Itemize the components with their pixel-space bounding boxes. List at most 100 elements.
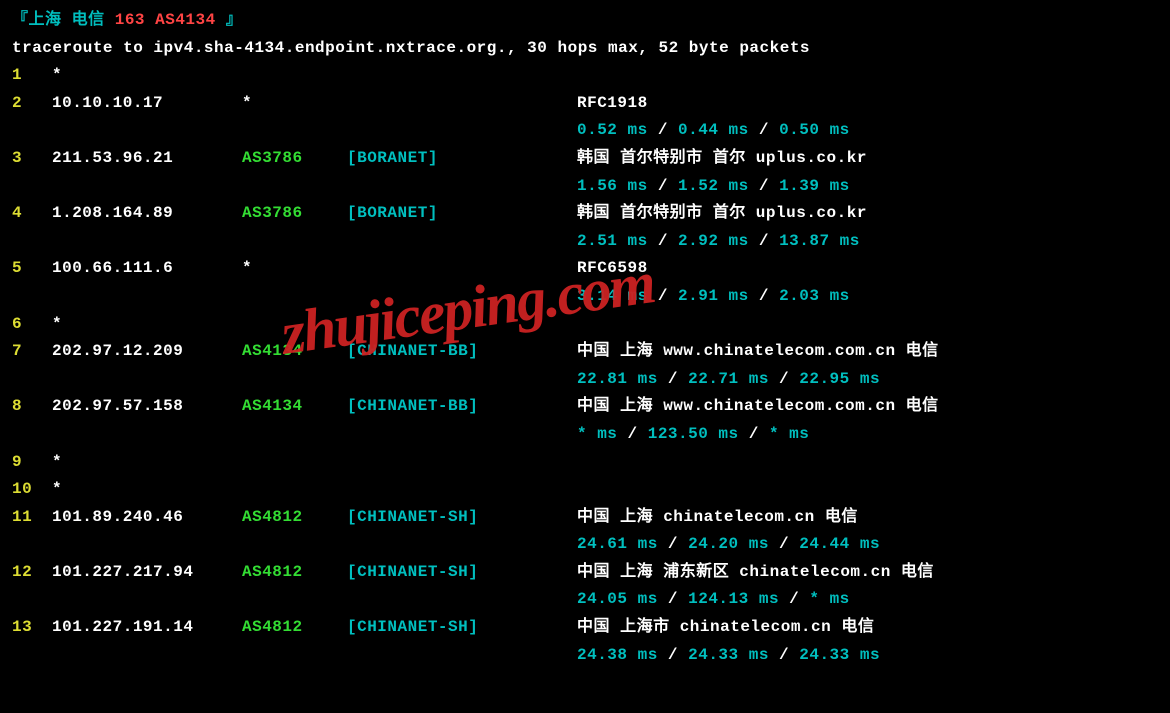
timing-separator: / <box>648 232 678 250</box>
hop-timing-row: 1.56 ms / 1.52 ms / 1.39 ms <box>577 174 1158 200</box>
timing-separator: / <box>749 287 779 305</box>
timing-value: 2.03 ms <box>779 287 850 305</box>
timing-value: 24.05 ms <box>577 590 658 608</box>
hop-netname: [CHINANET-SH] <box>347 505 577 531</box>
timing-value: 2.51 ms <box>577 232 648 250</box>
timing-separator: / <box>658 535 688 553</box>
hop-ip: 10.10.10.17 <box>52 91 242 117</box>
hop-row: 41.208.164.89AS3786[BORANET]韩国 首尔特别市 首尔 … <box>12 201 1158 227</box>
timing-value: 1.39 ms <box>779 177 850 195</box>
hop-location: 中国 上海 www.chinatelecom.com.cn 电信 <box>577 339 1158 365</box>
hop-timeout-star: * <box>52 477 62 503</box>
hop-row: 6* <box>12 312 1158 338</box>
hop-ip: 211.53.96.21 <box>52 146 242 172</box>
traceroute-command: traceroute to ipv4.sha-4134.endpoint.nxt… <box>12 36 1158 62</box>
hop-location: 韩国 首尔特别市 首尔 uplus.co.kr <box>577 201 1158 227</box>
timing-separator: / <box>749 232 779 250</box>
hop-number: 13 <box>12 615 52 641</box>
hop-row: 3211.53.96.21AS3786[BORANET]韩国 首尔特别市 首尔 … <box>12 146 1158 172</box>
timing-value: 123.50 ms <box>648 425 739 443</box>
timing-value: 1.52 ms <box>678 177 749 195</box>
hop-row: 12101.227.217.94AS4812[CHINANET-SH]中国 上海… <box>12 560 1158 586</box>
hop-number: 6 <box>12 312 52 338</box>
hop-row: 13101.227.191.14AS4812[CHINANET-SH]中国 上海… <box>12 615 1158 641</box>
hop-timing-row: * ms / 123.50 ms / * ms <box>577 422 1158 448</box>
hop-number: 11 <box>12 505 52 531</box>
timing-value: 24.38 ms <box>577 646 658 664</box>
hop-asn: AS3786 <box>242 146 347 172</box>
hop-number: 9 <box>12 450 52 476</box>
timing-separator: / <box>749 121 779 139</box>
hop-row: 10* <box>12 477 1158 503</box>
timing-value: * ms <box>577 425 617 443</box>
hop-asn: AS4812 <box>242 560 347 586</box>
timing-value: 22.95 ms <box>799 370 880 388</box>
timing-value: 24.33 ms <box>799 646 880 664</box>
timing-value: 22.71 ms <box>688 370 769 388</box>
hop-netname: [CHINANET-BB] <box>347 394 577 420</box>
hop-number: 8 <box>12 394 52 420</box>
hop-row: 8202.97.57.158AS4134[CHINANET-BB]中国 上海 w… <box>12 394 1158 420</box>
timing-value: 0.44 ms <box>678 121 749 139</box>
timing-separator: / <box>769 535 799 553</box>
timing-value: 2.91 ms <box>678 287 749 305</box>
hop-timing-row: 24.38 ms / 24.33 ms / 24.33 ms <box>577 643 1158 669</box>
traceroute-header: 『上海 电信 163 AS4134 』 <box>12 8 1158 34</box>
hop-location: 中国 上海 chinatelecom.cn 电信 <box>577 505 1158 531</box>
timing-separator: / <box>769 646 799 664</box>
hops-container: 1*210.10.10.17*RFC19180.52 ms / 0.44 ms … <box>12 63 1158 668</box>
hop-row: 7202.97.12.209AS4134[CHINANET-BB]中国 上海 w… <box>12 339 1158 365</box>
hop-location: RFC1918 <box>577 91 1158 117</box>
hop-ip: 101.89.240.46 <box>52 505 242 531</box>
hop-number: 2 <box>12 91 52 117</box>
hop-row: 9* <box>12 450 1158 476</box>
timing-separator: / <box>648 121 678 139</box>
hop-ip: 101.227.191.14 <box>52 615 242 641</box>
hop-asn: AS3786 <box>242 201 347 227</box>
hop-ip: 101.227.217.94 <box>52 560 242 586</box>
timing-separator: / <box>658 590 688 608</box>
hop-location: 中国 上海 www.chinatelecom.com.cn 电信 <box>577 394 1158 420</box>
timing-separator: / <box>617 425 647 443</box>
timing-value: * ms <box>769 425 809 443</box>
hop-location: RFC6598 <box>577 256 1158 282</box>
hop-asn: AS4134 <box>242 394 347 420</box>
hop-number: 3 <box>12 146 52 172</box>
hop-number: 1 <box>12 63 52 89</box>
timing-separator: / <box>739 425 769 443</box>
timing-value: 24.44 ms <box>799 535 880 553</box>
hop-timing-row: 24.05 ms / 124.13 ms / * ms <box>577 587 1158 613</box>
hop-timing-row: 24.61 ms / 24.20 ms / 24.44 ms <box>577 532 1158 558</box>
timing-value: 124.13 ms <box>688 590 779 608</box>
hop-ip: 1.208.164.89 <box>52 201 242 227</box>
hop-row: 1* <box>12 63 1158 89</box>
timing-separator: / <box>769 370 799 388</box>
hop-asn: * <box>242 91 347 117</box>
hop-timing-row: 0.52 ms / 0.44 ms / 0.50 ms <box>577 118 1158 144</box>
hop-row: 11101.89.240.46AS4812[CHINANET-SH]中国 上海 … <box>12 505 1158 531</box>
hop-timing-row: 2.51 ms / 2.92 ms / 13.87 ms <box>577 229 1158 255</box>
timing-value: 24.20 ms <box>688 535 769 553</box>
hop-timing-row: 3.14 ms / 2.91 ms / 2.03 ms <box>577 284 1158 310</box>
timing-separator: / <box>779 590 809 608</box>
hop-location: 韩国 首尔特别市 首尔 uplus.co.kr <box>577 146 1158 172</box>
hop-row: 5100.66.111.6*RFC6598 <box>12 256 1158 282</box>
hop-netname: [BORANET] <box>347 201 577 227</box>
timing-value: 3.14 ms <box>577 287 648 305</box>
hop-number: 12 <box>12 560 52 586</box>
hop-asn: AS4812 <box>242 615 347 641</box>
timing-separator: / <box>648 287 678 305</box>
timing-value: 24.61 ms <box>577 535 658 553</box>
hop-ip: 100.66.111.6 <box>52 256 242 282</box>
hop-number: 10 <box>12 477 52 503</box>
timing-value: 1.56 ms <box>577 177 648 195</box>
hop-number: 4 <box>12 201 52 227</box>
timing-separator: / <box>658 370 688 388</box>
timing-value: 0.52 ms <box>577 121 648 139</box>
hop-timing-row: 22.81 ms / 22.71 ms / 22.95 ms <box>577 367 1158 393</box>
header-suffix: 』 <box>216 11 243 29</box>
hop-ip: 202.97.12.209 <box>52 339 242 365</box>
hop-asn: AS4812 <box>242 505 347 531</box>
timing-value: 0.50 ms <box>779 121 850 139</box>
timing-separator: / <box>658 646 688 664</box>
